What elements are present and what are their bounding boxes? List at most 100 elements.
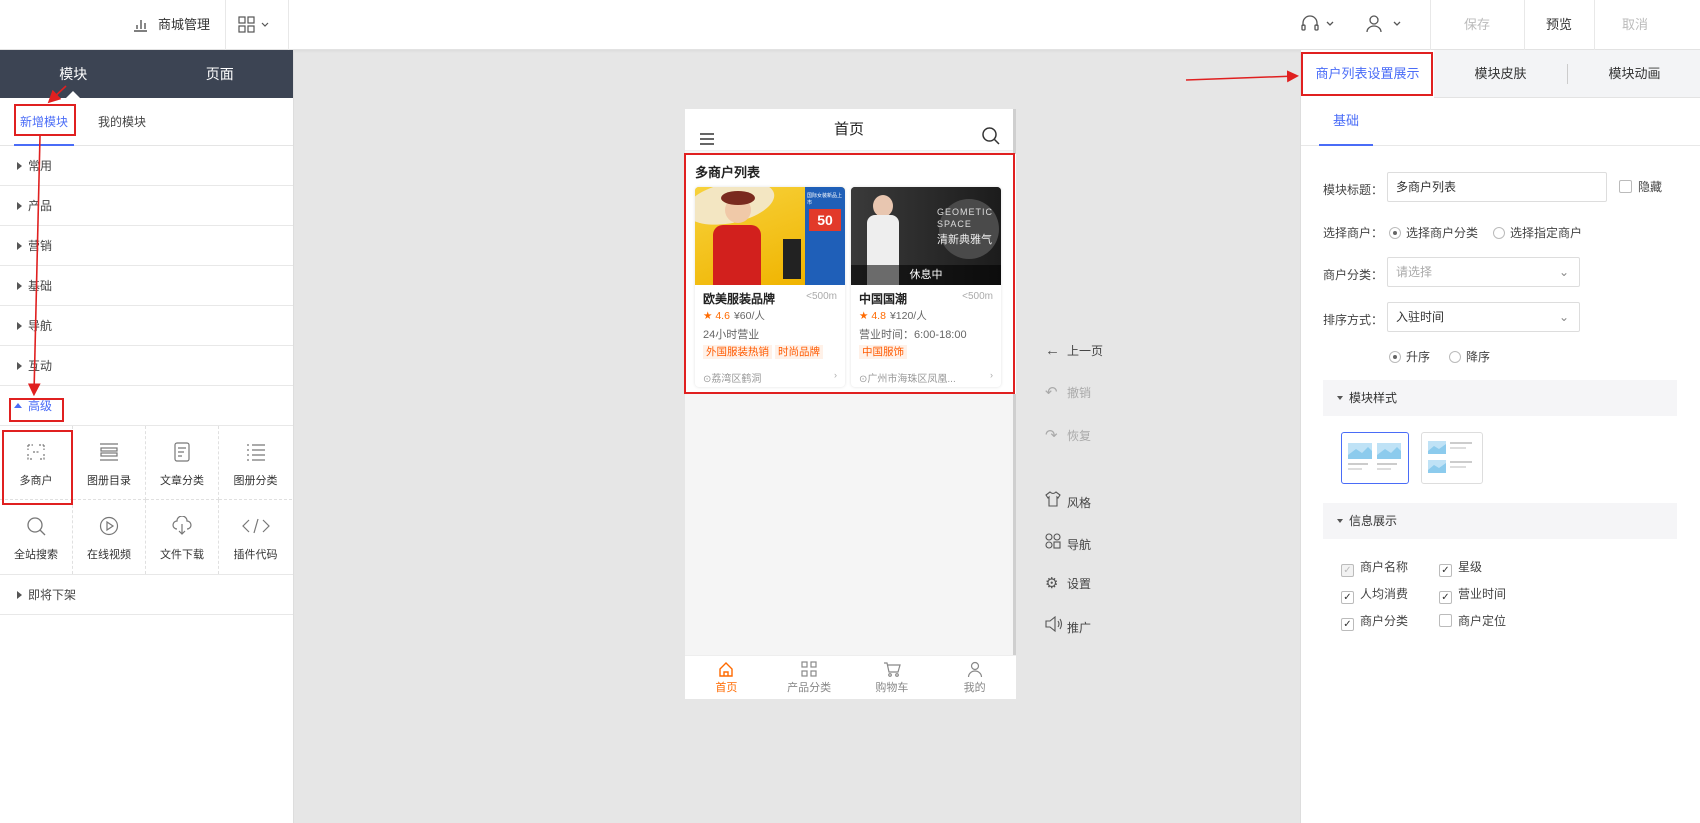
info-avg-spend[interactable]: ✓ 人均消费 bbox=[1341, 585, 1408, 604]
info-merchant-category[interactable]: ✓ 商户分类 bbox=[1341, 612, 1408, 631]
hide-checkbox[interactable]: 隐藏 bbox=[1619, 178, 1662, 195]
style-option-list[interactable] bbox=[1421, 432, 1483, 484]
module-title-input[interactable]: 多商户列表 bbox=[1387, 172, 1607, 202]
user-account-dropdown[interactable] bbox=[1365, 14, 1405, 34]
radio-label: 选择商户分类 bbox=[1406, 226, 1479, 240]
checkbox-label: 营业时间 bbox=[1458, 587, 1507, 601]
arrow-left-icon: ← bbox=[1045, 342, 1060, 359]
merchant-category-select[interactable]: 请选择 ⌄ bbox=[1387, 257, 1580, 287]
info-merchant-name[interactable]: ✓ 商户名称 bbox=[1341, 558, 1408, 577]
module-label: 文章分类 bbox=[160, 475, 204, 487]
tool-redo[interactable]: ↷ 恢复 bbox=[1045, 426, 1091, 446]
checkbox-checked: ✓ bbox=[1439, 564, 1452, 577]
checkbox bbox=[1439, 614, 1452, 627]
subtab-basic[interactable]: 基础 bbox=[1319, 98, 1374, 146]
category-deprecated[interactable]: 即将下架 bbox=[0, 575, 293, 615]
radio bbox=[1493, 227, 1505, 239]
code-icon bbox=[219, 516, 292, 540]
checkbox-label: 人均消费 bbox=[1360, 587, 1409, 601]
nav-cart[interactable]: 购物车 bbox=[851, 656, 934, 699]
collapse-triangle-icon bbox=[1337, 519, 1343, 523]
merchant-category-label: 商户分类： bbox=[1323, 268, 1384, 282]
tool-label: 导航 bbox=[1067, 538, 1092, 552]
section-title: 模块样式 bbox=[1349, 391, 1398, 405]
style-option-two-column[interactable] bbox=[1341, 432, 1409, 484]
module-article-category[interactable]: 文章分类 bbox=[146, 426, 219, 500]
nav-label: 首页 bbox=[715, 682, 738, 694]
tool-style[interactable]: 风格 bbox=[1045, 491, 1091, 511]
module-label: 文件下载 bbox=[160, 549, 204, 561]
two-column-layout-icon bbox=[1348, 443, 1401, 470]
radio bbox=[1389, 351, 1401, 363]
nav-label: 我的 bbox=[963, 682, 986, 694]
article-category-icon bbox=[146, 442, 218, 466]
tool-settings[interactable]: ⚙ 设置 bbox=[1045, 574, 1091, 594]
highlight-merchant-list-module bbox=[684, 153, 1015, 394]
radio-label: 降序 bbox=[1466, 350, 1491, 364]
category-label: 即将下架 bbox=[28, 588, 77, 602]
module-album-catalog[interactable]: 图册目录 bbox=[73, 426, 146, 500]
radio-desc[interactable]: 降序 bbox=[1449, 348, 1490, 365]
radio-label: 选择指定商户 bbox=[1510, 226, 1583, 240]
annotation-arrow-right bbox=[1185, 70, 1299, 83]
tab-module-animation[interactable]: 模块动画 bbox=[1568, 50, 1700, 98]
tool-prev-page[interactable]: ← 上一页 bbox=[1045, 341, 1103, 361]
radio-by-category[interactable]: 选择商户分类 bbox=[1389, 224, 1478, 241]
nav-label: 购物车 bbox=[875, 682, 909, 694]
info-display-section[interactable]: 信息展示 bbox=[1323, 503, 1677, 539]
nav-home[interactable]: 首页 bbox=[685, 656, 768, 699]
preview-button[interactable]: 预览 bbox=[1526, 0, 1592, 50]
shirt-icon bbox=[1045, 491, 1067, 513]
settings-subtabs: 基础 bbox=[1301, 98, 1700, 146]
sort-select[interactable]: 入驻时间 ⌄ bbox=[1387, 302, 1580, 332]
nav-icon bbox=[1045, 533, 1067, 555]
info-merchant-location[interactable]: 商户定位 bbox=[1439, 612, 1506, 629]
module-plugin-code[interactable]: 插件代码 bbox=[219, 500, 292, 574]
radio bbox=[1389, 227, 1401, 239]
nav-product-category[interactable]: 产品分类 bbox=[768, 656, 851, 699]
search-icon bbox=[0, 516, 72, 540]
module-online-video[interactable]: 在线视频 bbox=[73, 500, 146, 574]
tool-label: 推广 bbox=[1067, 621, 1092, 635]
radio-specific[interactable]: 选择指定商户 bbox=[1493, 224, 1582, 241]
sort-label: 排序方式： bbox=[1323, 313, 1384, 327]
tool-navigation[interactable]: 导航 bbox=[1045, 533, 1091, 553]
tool-label: 上一页 bbox=[1067, 344, 1104, 358]
module-label: 在线视频 bbox=[87, 549, 131, 561]
tool-undo[interactable]: ↶ 撤销 bbox=[1045, 383, 1091, 403]
highlight-multi-merchant bbox=[2, 430, 73, 505]
save-button[interactable]: 保存 bbox=[1432, 0, 1522, 50]
module-style-section[interactable]: 模块样式 bbox=[1323, 380, 1677, 416]
speaker-icon bbox=[1045, 615, 1067, 638]
checkbox-checked: ✓ bbox=[1439, 591, 1452, 604]
checkbox-label: 星级 bbox=[1458, 560, 1483, 574]
radio-label: 升序 bbox=[1406, 350, 1431, 364]
phone-title: 首页 bbox=[833, 121, 864, 138]
gear-icon: ⚙ bbox=[1045, 575, 1059, 592]
tool-label: 设置 bbox=[1067, 577, 1092, 591]
support-headset-dropdown[interactable] bbox=[1300, 14, 1340, 34]
tool-promote[interactable]: 推广 bbox=[1045, 615, 1092, 638]
module-site-search[interactable]: 全站搜索 bbox=[0, 500, 73, 574]
info-business-hours[interactable]: ✓ 营业时间 bbox=[1439, 585, 1506, 604]
tool-label: 撤销 bbox=[1067, 386, 1092, 400]
checkbox bbox=[1619, 180, 1632, 193]
highlight-list-settings-tab bbox=[1301, 52, 1433, 96]
module-file-download[interactable]: 文件下载 bbox=[146, 500, 219, 574]
module-album-category[interactable]: 图册分类 bbox=[219, 426, 292, 500]
search-icon[interactable] bbox=[981, 121, 1001, 145]
cancel-button[interactable]: 取消 bbox=[1596, 0, 1674, 50]
phone-bottom-nav: 首页 产品分类 购物车 我的 bbox=[685, 655, 1016, 699]
info-star-rating[interactable]: ✓ 星级 bbox=[1439, 558, 1482, 577]
module-title-label: 模块标题： bbox=[1323, 183, 1384, 197]
nav-mine[interactable]: 我的 bbox=[933, 656, 1016, 699]
home-icon bbox=[685, 661, 768, 679]
annotation-arrows bbox=[27, 85, 67, 397]
checkbox-checked: ✓ bbox=[1341, 618, 1354, 631]
tool-label: 恢复 bbox=[1067, 429, 1092, 443]
checkbox-checked: ✓ bbox=[1341, 591, 1354, 604]
tab-module-skin[interactable]: 模块皮肤 bbox=[1434, 50, 1567, 98]
hide-label: 隐藏 bbox=[1638, 180, 1663, 194]
radio-asc[interactable]: 升序 bbox=[1389, 348, 1430, 365]
list-layout-icon bbox=[1428, 441, 1472, 473]
